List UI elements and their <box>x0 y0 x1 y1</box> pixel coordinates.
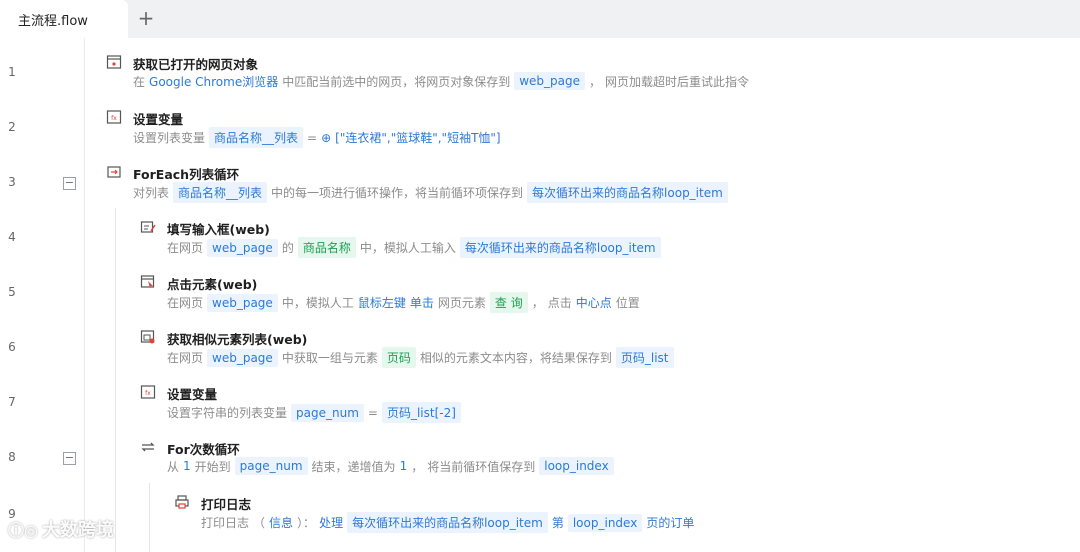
step-title: ForEach列表循环 <box>133 167 240 182</box>
watermark-logo-icon: ⓘ◎ <box>8 521 38 540</box>
step-description: 设置字符串的列表变量 page_num = 页码_list[-2] <box>167 402 465 423</box>
step-title: 设置变量 <box>167 387 218 402</box>
line-number: 2 <box>8 120 16 134</box>
variable-icon: fx <box>106 110 122 124</box>
variable-chip: 每次循环出来的商品名称loop_item <box>527 182 728 203</box>
svg-text:fx: fx <box>111 115 117 122</box>
list-value: ["连衣裙","篮球鞋","短袖T恤"] <box>335 131 501 145</box>
variable-chip: 商品名称__列表 <box>209 127 304 148</box>
tab-main-flow[interactable]: 主流程.flow <box>0 0 128 38</box>
variable-chip: 页码_list[-2] <box>381 402 461 423</box>
step-description: 打印日志 （ 信息 ）： 处理 每次循环出来的商品名称loop_item 第 l… <box>201 512 698 533</box>
browser-icon <box>106 55 122 69</box>
loop-count-icon <box>141 442 155 452</box>
variable-chip: 商品名称__列表 <box>173 182 268 203</box>
line-number: 8 <box>8 450 16 464</box>
step-description: 对列表 商品名称__列表 中的每一项进行循环操作，将当前循环项保存到 每次循环出… <box>133 182 732 203</box>
variable-chip: 页码_list <box>615 347 674 368</box>
log-level: 信息 <box>269 516 294 530</box>
step-row[interactable]: 1 获取已打开的网页对象 在 Google Chrome浏览器 中匹配当前选中的… <box>0 48 1080 103</box>
step-row[interactable]: 9 打印日志 打印日志 （ 信息 ）： 处理 每次循环出来的商品名称loop_i… <box>0 488 1080 543</box>
step-value: 1 <box>399 459 408 473</box>
flow-editor: 1 获取已打开的网页对象 在 Google Chrome浏览器 中匹配当前选中的… <box>0 38 1080 552</box>
element-chip: 页码 <box>381 347 416 368</box>
mouse-button: 鼠标左键 <box>357 296 406 310</box>
loop-list-icon <box>107 166 121 178</box>
element-chip: 商品名称 <box>297 237 356 258</box>
step-description: 在网页 web_page 中获取一组与元素 页码 相似的元素文本内容，将结果保存… <box>167 347 678 368</box>
step-row[interactable]: 7 fx 设置变量 设置字符串的列表变量 page_num = 页码_list[… <box>0 378 1080 433</box>
variable-chip: 每次循环出来的商品名称loop_item <box>459 237 661 258</box>
tab-bar: 主流程.flow + <box>0 0 1080 38</box>
variable-chip: loop_index <box>539 457 614 475</box>
start-value: 1 <box>183 459 191 473</box>
step-row[interactable]: 8 − For次数循环 从 1 开始到 page_num 结束，递增值为 1 ，… <box>0 433 1080 488</box>
variable-chip: web_page <box>514 72 586 90</box>
step-title: 设置变量 <box>133 112 184 127</box>
step-description: 从 1 开始到 page_num 结束，递增值为 1 ， 将当前循环值保存到 l… <box>167 457 618 475</box>
list-add-icon: ⊕ <box>321 130 332 145</box>
collapse-toggle[interactable]: − <box>63 177 76 190</box>
input-fill-icon <box>140 221 156 233</box>
line-number: 3 <box>8 175 16 189</box>
line-number: 1 <box>8 65 16 79</box>
step-title: 填写输入框(web) <box>167 222 270 237</box>
click-type: 单击 <box>409 296 434 310</box>
element-chip: 查 询 <box>489 292 528 313</box>
line-number: 5 <box>8 285 16 299</box>
similar-elements-icon <box>140 330 155 344</box>
step-description: 设置列表变量 商品名称__列表 = ⊕ ["连衣裙","篮球鞋","短袖T恤"] <box>133 127 505 148</box>
step-row[interactable]: 6 获取相似元素列表(web) 在网页 web_page 中获取一组与元素 页码… <box>0 323 1080 378</box>
variable-chip: 每次循环出来的商品名称loop_item <box>347 512 548 533</box>
line-number: 7 <box>8 395 16 409</box>
step-title: 获取已打开的网页对象 <box>133 57 259 72</box>
step-description: 在网页 web_page 的 商品名称 中，模拟人工输入 每次循环出来的商品名称… <box>167 237 665 258</box>
step-title: 打印日志 <box>201 497 252 512</box>
step-description: 在 Google Chrome浏览器 中匹配当前选中的网页，将网页对象保存到 w… <box>133 72 750 90</box>
variable-chip: web_page <box>207 238 278 257</box>
step-row[interactable]: 5 点击元素(web) 在网页 web_page 中，模拟人工 鼠标左键 单击 … <box>0 268 1080 323</box>
step-title: For次数循环 <box>167 442 240 457</box>
step-title: 获取相似元素列表(web) <box>167 332 308 347</box>
step-title: 点击元素(web) <box>167 277 258 292</box>
add-tab-button[interactable]: + <box>136 8 156 29</box>
tab-label: 主流程.flow <box>18 13 88 29</box>
watermark-logo: ⓘ◎ 大数跨境 <box>8 516 114 542</box>
step-description: 在网页 web_page 中，模拟人工 鼠标左键 单击 网页元素 查 询 ， 点… <box>167 292 644 313</box>
click-element-icon <box>140 275 155 288</box>
print-icon <box>175 495 189 509</box>
line-number: 6 <box>8 340 16 354</box>
line-number: 4 <box>8 230 16 244</box>
step-row[interactable]: 2 fx 设置变量 设置列表变量 商品名称__列表 = ⊕ ["连衣裙","篮球… <box>0 103 1080 158</box>
variable-chip: page_num <box>234 457 308 475</box>
variable-chip: web_page <box>207 293 278 312</box>
browser-name: Google Chrome浏览器 <box>149 74 279 89</box>
variable-chip: web_page <box>207 348 278 367</box>
variable-chip: page_num <box>291 403 364 422</box>
svg-text:fx: fx <box>145 390 151 397</box>
click-position: 中心点 <box>575 296 612 310</box>
watermark-text: 大数跨境 <box>41 520 114 541</box>
step-row[interactable]: 3 − ForEach列表循环 对列表 商品名称__列表 中的每一项进行循环操作… <box>0 158 1080 213</box>
step-row[interactable]: 4 填写输入框(web) 在网页 web_page 的 商品名称 中，模拟人工输… <box>0 213 1080 268</box>
collapse-toggle[interactable]: − <box>63 452 76 465</box>
variable-icon: fx <box>140 385 156 399</box>
variable-chip: loop_index <box>567 513 643 532</box>
